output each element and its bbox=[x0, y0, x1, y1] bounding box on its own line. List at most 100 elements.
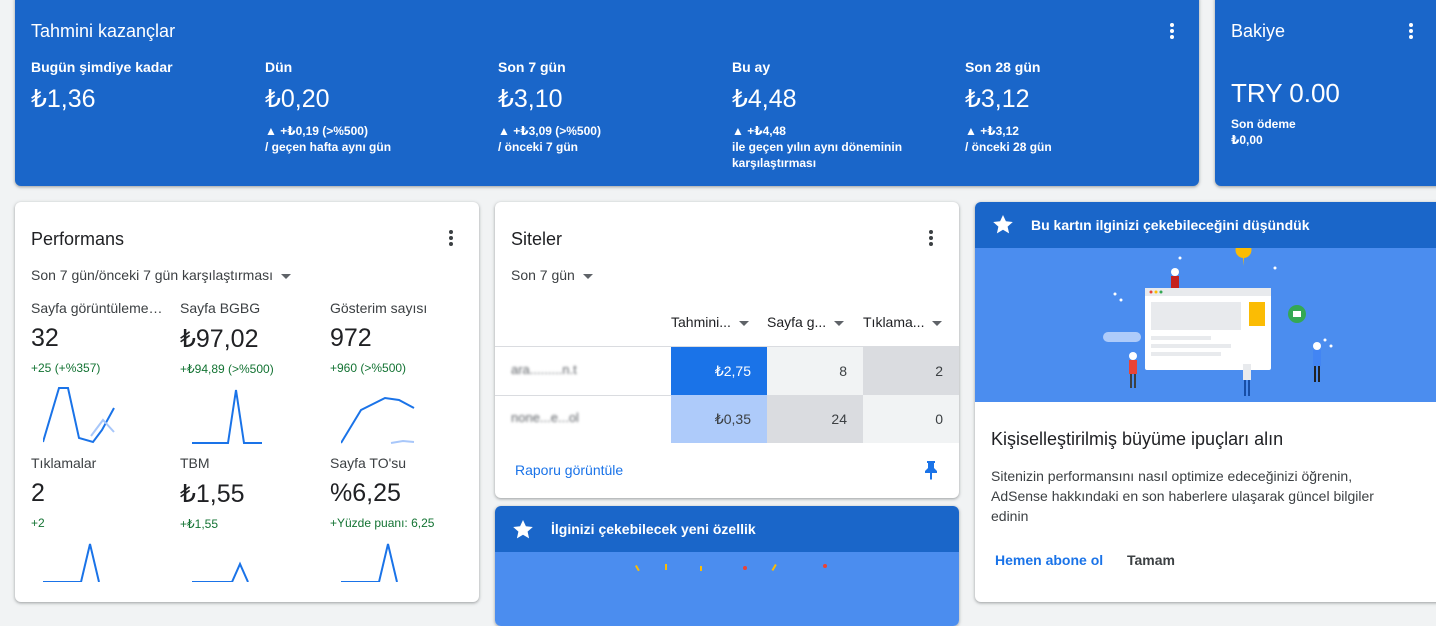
chevron-down-icon bbox=[738, 320, 749, 326]
col-clicks-label: Tıklama... bbox=[863, 314, 925, 330]
site-pageviews-cell: 8 bbox=[767, 347, 863, 395]
estimated-earnings-title: Tahmini kazançlar bbox=[31, 21, 176, 41]
earnings-month-compare: ile geçen yılın aynı döneminin karşılaşt… bbox=[732, 140, 903, 170]
suggestion-body: Sitenizin performansını nasıl optimize e… bbox=[991, 468, 1374, 524]
earnings-last28: Son 28 gün ₺3,12 ▲ +₺3,12 / önceki 28 gü… bbox=[965, 59, 1185, 155]
confetti-decoration bbox=[635, 564, 827, 572]
metric-value: ₺97,02 bbox=[180, 325, 259, 353]
metric-clicks[interactable]: Tıklamalar 2 +2 bbox=[31, 455, 171, 530]
sites-range-label: Son 7 gün bbox=[511, 267, 575, 283]
earnings-month-label: Bu ay bbox=[732, 59, 771, 75]
subscribe-button[interactable]: Hemen abone ol bbox=[995, 552, 1103, 568]
star-icon bbox=[993, 215, 1013, 234]
impressions-sparkline bbox=[341, 396, 415, 444]
table-row[interactable]: none...e...ol ₺0,35 24 0 bbox=[495, 395, 959, 443]
balance-card: Bakiye TRY 0.00 Son ödeme ₺0,00 bbox=[1215, 0, 1436, 186]
earnings-today: Bugün şimdiye kadar ₺1,36 bbox=[31, 59, 251, 114]
chevron-down-icon bbox=[834, 320, 845, 326]
col-earnings-header[interactable]: Tahmini... bbox=[671, 314, 749, 330]
metric-change: +960 (>%500) bbox=[330, 361, 407, 375]
metric-label: Sayfa TO'su bbox=[330, 455, 407, 471]
earnings-month-change: ▲ +₺4,48 bbox=[732, 124, 786, 138]
balance-title: Bakiye bbox=[1231, 21, 1286, 41]
performance-range-dropdown[interactable]: Son 7 gün/önceki 7 gün karşılaştırması bbox=[31, 267, 292, 283]
estimated-earnings-card: Tahmini kazançlar Bugün şimdiye kadar ₺1… bbox=[15, 0, 1199, 186]
site-name: ara.........n.t bbox=[511, 362, 577, 377]
feature-illustration bbox=[495, 552, 959, 626]
earnings-last7: Son 7 gün ₺3,10 ▲ +₺3,09 (>%500) / öncek… bbox=[498, 59, 718, 155]
balance-more-icon[interactable] bbox=[1403, 21, 1419, 41]
sites-card: Siteler Son 7 gün Tahmini... Sayfa g... … bbox=[495, 202, 959, 498]
col-clicks-header[interactable]: Tıklama... bbox=[863, 314, 943, 330]
sites-range-dropdown[interactable]: Son 7 gün bbox=[511, 267, 593, 283]
new-feature-card: İlginizi çekebilecek yeni özellik bbox=[495, 506, 959, 626]
earnings-more-icon[interactable] bbox=[1164, 21, 1180, 41]
earnings-last7-value: ₺3,10 bbox=[498, 85, 563, 113]
suggestion-banner-title: Bu kartın ilginizi çekebileceğini düşünd… bbox=[1031, 217, 1310, 233]
performance-range-label: Son 7 gün/önceki 7 gün karşılaştırması bbox=[31, 267, 274, 283]
chevron-down-icon bbox=[932, 320, 943, 326]
sites-more-icon[interactable] bbox=[923, 228, 939, 248]
growth-tips-card: Bu kartın ilginizi çekebileceğini düşünd… bbox=[975, 202, 1436, 602]
site-earnings-cell: ₺0,35 bbox=[671, 395, 767, 443]
earnings-last28-compare: / önceki 28 gün bbox=[965, 140, 1052, 154]
earnings-yesterday: Dün ₺0,20 ▲ +₺0,19 (>%500) / geçen hafta… bbox=[265, 59, 485, 155]
site-pageviews-cell: 24 bbox=[767, 395, 863, 443]
ok-button[interactable]: Tamam bbox=[1127, 552, 1175, 568]
last-payment-label: Son ödeme bbox=[1231, 117, 1296, 131]
metric-value: 972 bbox=[330, 324, 372, 352]
metric-label: Sayfa görüntülemeleri bbox=[31, 300, 163, 316]
metric-value: %6,25 bbox=[330, 479, 401, 507]
earnings-yesterday-compare: / geçen hafta aynı gün bbox=[265, 140, 392, 154]
metric-impressions[interactable]: Gösterim sayısı 972 +960 (>%500) bbox=[330, 300, 470, 375]
metric-label: Gösterim sayısı bbox=[330, 300, 428, 316]
site-name: none...e...ol bbox=[511, 410, 579, 425]
performance-more-icon[interactable] bbox=[443, 228, 459, 248]
metric-page-rpm[interactable]: Sayfa BGBG ₺97,02 +₺94,89 (>%500) bbox=[180, 300, 320, 376]
earnings-last28-label: Son 28 gün bbox=[965, 59, 1041, 75]
earnings-yesterday-change: ▲ +₺0,19 (>%500) bbox=[265, 124, 368, 138]
growth-illustration bbox=[975, 242, 1436, 402]
suggestion-heading: Kişiselleştirilmiş büyüme ipuçları alın bbox=[991, 429, 1284, 449]
chevron-down-icon bbox=[281, 273, 292, 279]
performance-title: Performans bbox=[31, 229, 125, 249]
earnings-last28-value: ₺3,12 bbox=[965, 85, 1030, 113]
balance-value: TRY 0.00 bbox=[1231, 78, 1340, 108]
performance-card: Performans Son 7 gün/önceki 7 gün karşıl… bbox=[15, 202, 479, 602]
earnings-last7-label: Son 7 gün bbox=[498, 59, 566, 75]
table-row[interactable]: ara.........n.t ₺2,75 8 2 bbox=[495, 347, 959, 395]
metric-label: Sayfa BGBG bbox=[180, 300, 261, 316]
pin-icon[interactable] bbox=[923, 460, 939, 480]
site-clicks-cell: 2 bbox=[863, 347, 959, 395]
metric-label: Tıklamalar bbox=[31, 455, 97, 471]
metric-change: +Yüzde puanı: 6,25 bbox=[330, 516, 435, 530]
metric-page-views[interactable]: Sayfa görüntülemeleri 32 +25 (+%357) bbox=[31, 300, 171, 375]
site-clicks-cell: 0 bbox=[863, 395, 959, 443]
metric-page-ctr[interactable]: Sayfa TO'su %6,25 +Yüzde puanı: 6,25 bbox=[330, 455, 470, 530]
col-pageviews-label: Sayfa g... bbox=[767, 314, 827, 330]
metric-label: TBM bbox=[180, 455, 210, 471]
view-report-link[interactable]: Raporu görüntüle bbox=[515, 462, 623, 478]
earnings-month-value: ₺4,48 bbox=[732, 85, 797, 113]
page-views-sparkline bbox=[43, 387, 115, 444]
earnings-yesterday-label: Dün bbox=[265, 59, 293, 75]
col-pageviews-header[interactable]: Sayfa g... bbox=[767, 314, 845, 330]
chevron-down-icon bbox=[582, 273, 593, 279]
metric-value: 2 bbox=[31, 479, 45, 507]
col-earnings-label: Tahmini... bbox=[671, 314, 731, 330]
metric-value: ₺1,55 bbox=[180, 480, 245, 508]
earnings-last28-change: ▲ +₺3,12 bbox=[965, 124, 1019, 138]
earnings-last7-change: ▲ +₺3,09 (>%500) bbox=[498, 124, 601, 138]
earnings-this-month: Bu ay ₺4,48 ▲ +₺4,48 ile geçen yılın ayn… bbox=[732, 59, 932, 171]
page-rpm-sparkline bbox=[192, 389, 262, 444]
sites-title: Siteler bbox=[511, 229, 563, 249]
earnings-today-value: ₺1,36 bbox=[31, 85, 96, 113]
earnings-last7-compare: / önceki 7 gün bbox=[498, 140, 579, 154]
metric-cpc[interactable]: TBM ₺1,55 +₺1,55 bbox=[180, 455, 320, 531]
metric-change: +25 (+%357) bbox=[31, 361, 101, 375]
feature-title: İlginizi çekebilecek yeni özellik bbox=[551, 521, 756, 537]
site-earnings-cell: ₺2,75 bbox=[671, 347, 767, 395]
growth-illustration-art bbox=[1103, 242, 1333, 396]
metric-change: +₺94,89 (>%500) bbox=[180, 362, 274, 376]
earnings-yesterday-value: ₺0,20 bbox=[265, 85, 330, 113]
